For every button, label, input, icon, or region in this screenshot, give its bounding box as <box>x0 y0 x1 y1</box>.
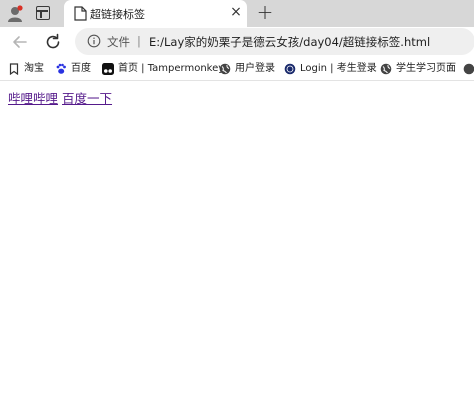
reload-button[interactable] <box>42 31 64 53</box>
info-icon[interactable] <box>87 34 101 48</box>
close-tab-icon[interactable]: × <box>229 5 243 19</box>
tampermonkey-icon <box>102 63 114 75</box>
bookmark-label: 首页 | Tampermonkey <box>118 63 225 74</box>
bookmark-label: 学生学习页面 <box>396 63 456 74</box>
file-scheme-label: 文件 <box>107 35 130 49</box>
tab-title: 超链接标签 <box>90 8 145 21</box>
address-bar[interactable]: 文件 | E:/Lay家的奶栗子是德云女孩/day04/超链接标签.html <box>75 28 474 55</box>
tab-active[interactable]: 超链接标签 × <box>64 0 247 27</box>
globe-icon <box>219 63 231 75</box>
globe-icon <box>284 63 296 75</box>
globe-icon <box>463 63 474 75</box>
profile-avatar-icon[interactable] <box>6 5 24 23</box>
bookmarks-bar: 淘宝 百度 首页 | Tampermonkey 用户登录 Login | 考生登… <box>0 57 474 81</box>
bookmark-icon <box>8 63 20 76</box>
bookmark-label: 用户登录 <box>235 63 275 74</box>
back-button[interactable] <box>9 31 31 53</box>
url-text[interactable]: E:/Lay家的奶栗子是德云女孩/day04/超链接标签.html <box>149 34 430 50</box>
reload-icon <box>46 33 60 49</box>
document-icon <box>74 6 87 21</box>
link-baidu[interactable]: 百度一下 <box>62 91 112 106</box>
bookmark-label: 淘宝 <box>24 63 44 74</box>
new-tab-button[interactable]: + <box>256 2 274 22</box>
omnibox-separator: | <box>137 34 141 48</box>
link-bilibili[interactable]: 哔哩哔哩 <box>8 91 58 106</box>
arrow-left-icon <box>13 36 27 48</box>
page-content: 哔哩哔哩 百度一下 <box>8 88 116 107</box>
baidu-paw-icon <box>55 63 67 75</box>
toolbar: 文件 | E:/Lay家的奶栗子是德云女孩/day04/超链接标签.html <box>0 27 474 57</box>
bookmark-label: 百度 <box>71 63 91 74</box>
bookmark-label: Login | 考生登录 <box>300 63 377 74</box>
tab-strip: 超链接标签 × + <box>0 0 474 27</box>
globe-icon <box>380 63 392 75</box>
tab-actions-icon[interactable] <box>36 6 50 20</box>
